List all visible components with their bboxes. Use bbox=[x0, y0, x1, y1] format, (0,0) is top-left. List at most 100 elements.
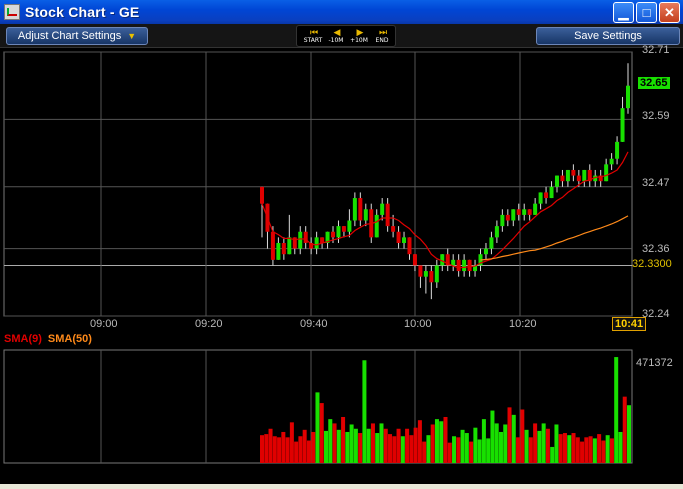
volume-bar bbox=[285, 437, 290, 463]
candle-body bbox=[505, 214, 510, 221]
candle-body bbox=[560, 175, 565, 182]
candle-body bbox=[527, 209, 532, 215]
volume-bar bbox=[383, 428, 388, 463]
price-chart[interactable] bbox=[0, 48, 683, 334]
candle-body bbox=[467, 259, 472, 272]
volume-bar bbox=[498, 431, 503, 463]
playback-label: START bbox=[303, 37, 323, 44]
time-tick: 10:00 bbox=[404, 318, 432, 330]
volume-bar bbox=[456, 437, 461, 463]
candle-body bbox=[347, 220, 352, 232]
volume-bar bbox=[332, 423, 337, 463]
save-settings-label: Save Settings bbox=[574, 30, 642, 42]
candle-body bbox=[544, 192, 549, 199]
volume-bar bbox=[319, 403, 324, 463]
price-tick: 32.59 bbox=[642, 110, 670, 122]
close-button[interactable]: ✕ bbox=[659, 2, 680, 23]
candle-body bbox=[385, 203, 390, 227]
volume-bar bbox=[460, 429, 465, 463]
volume-bar bbox=[430, 424, 435, 463]
candle-body bbox=[331, 231, 336, 238]
playback-label: +10M bbox=[350, 37, 368, 44]
volume-bar bbox=[584, 437, 589, 463]
volume-bar bbox=[306, 440, 311, 463]
candle-body bbox=[489, 237, 494, 249]
candle-body bbox=[429, 271, 434, 283]
price-chart-plot bbox=[3, 51, 633, 317]
volume-bar bbox=[294, 441, 299, 463]
volume-bar bbox=[490, 410, 495, 463]
candle-body bbox=[303, 231, 308, 243]
candle-body bbox=[281, 242, 286, 255]
volume-bar bbox=[511, 414, 516, 463]
playback-end-button[interactable]: ⏭ END bbox=[370, 27, 394, 45]
app-chart-icon bbox=[4, 4, 20, 20]
window-controls: ▁ □ ✕ bbox=[613, 2, 680, 23]
save-settings-button[interactable]: Save Settings bbox=[536, 27, 680, 45]
candle-body bbox=[298, 231, 303, 249]
volume-bar bbox=[311, 431, 316, 463]
playback-controls: ⏮ START ◀ -10M ▶ +10M ⏭ END bbox=[296, 25, 396, 47]
volume-bar bbox=[345, 431, 350, 463]
volume-bar bbox=[562, 433, 567, 463]
volume-bar bbox=[328, 419, 333, 463]
candle-body bbox=[538, 192, 543, 204]
volume-bar bbox=[396, 428, 401, 463]
volume-bar bbox=[537, 430, 542, 463]
volume-bar bbox=[426, 435, 431, 463]
playback-label: -10M bbox=[328, 37, 344, 44]
candle-body bbox=[380, 203, 385, 215]
volume-bar bbox=[614, 357, 619, 463]
volume-bar bbox=[289, 422, 294, 463]
candle-body bbox=[358, 198, 363, 221]
candle-body bbox=[494, 226, 499, 238]
price-tick: 32.71 bbox=[642, 44, 670, 56]
volume-bar bbox=[417, 420, 422, 463]
volume-max-label: 471372 bbox=[636, 357, 673, 369]
adjust-chart-settings-label: Adjust Chart Settings bbox=[17, 30, 122, 42]
candle-body bbox=[626, 85, 630, 109]
playback-start-button[interactable]: ⏮ START bbox=[301, 27, 325, 45]
candle-body bbox=[391, 226, 396, 232]
adjust-chart-settings-button[interactable]: Adjust Chart Settings ▼ bbox=[6, 27, 148, 45]
volume-bar bbox=[592, 438, 597, 463]
playback-10m-button[interactable]: ◀ -10M bbox=[324, 27, 348, 45]
candle-body bbox=[396, 231, 401, 243]
volume-bar bbox=[618, 431, 623, 463]
maximize-button[interactable]: □ bbox=[636, 2, 657, 23]
volume-bar bbox=[627, 405, 631, 463]
volume-bar bbox=[588, 436, 593, 463]
candle-body bbox=[412, 254, 417, 266]
sma9-legend[interactable]: SMA(9) bbox=[4, 333, 42, 345]
playback-label: END bbox=[375, 37, 389, 44]
playback-10m-button[interactable]: ▶ +10M bbox=[347, 27, 371, 45]
volume-bar bbox=[434, 419, 439, 463]
candle-body bbox=[522, 209, 527, 215]
volume-bar bbox=[268, 428, 273, 463]
chevron-down-icon: ▼ bbox=[127, 31, 137, 41]
volume-bar bbox=[392, 436, 397, 463]
sma50-legend[interactable]: SMA(50) bbox=[48, 333, 92, 345]
volume-bar bbox=[622, 396, 627, 463]
candle-body bbox=[402, 237, 407, 243]
candle-body bbox=[576, 175, 581, 182]
status-bar bbox=[0, 484, 683, 489]
volume-bar bbox=[362, 360, 367, 463]
volume-bar bbox=[379, 423, 384, 463]
volume-chart[interactable] bbox=[0, 346, 683, 466]
volume-bar bbox=[400, 436, 405, 463]
candle-body bbox=[451, 259, 456, 266]
volume-bar bbox=[277, 437, 282, 463]
volume-bar bbox=[260, 435, 264, 463]
minimize-button[interactable]: ▁ bbox=[613, 2, 634, 23]
volume-bar bbox=[464, 433, 469, 463]
candle-body bbox=[549, 186, 554, 199]
price-tick: 32.36 bbox=[642, 243, 670, 255]
volume-bar bbox=[281, 431, 286, 463]
candle-body bbox=[620, 108, 625, 142]
candle-body bbox=[407, 237, 412, 255]
candle-body bbox=[554, 175, 559, 187]
price-plot-frame bbox=[3, 51, 633, 317]
step-forward-icon: ▶ bbox=[356, 27, 364, 37]
title-bar[interactable]: Stock Chart - GE ▁ □ ✕ bbox=[0, 0, 683, 24]
